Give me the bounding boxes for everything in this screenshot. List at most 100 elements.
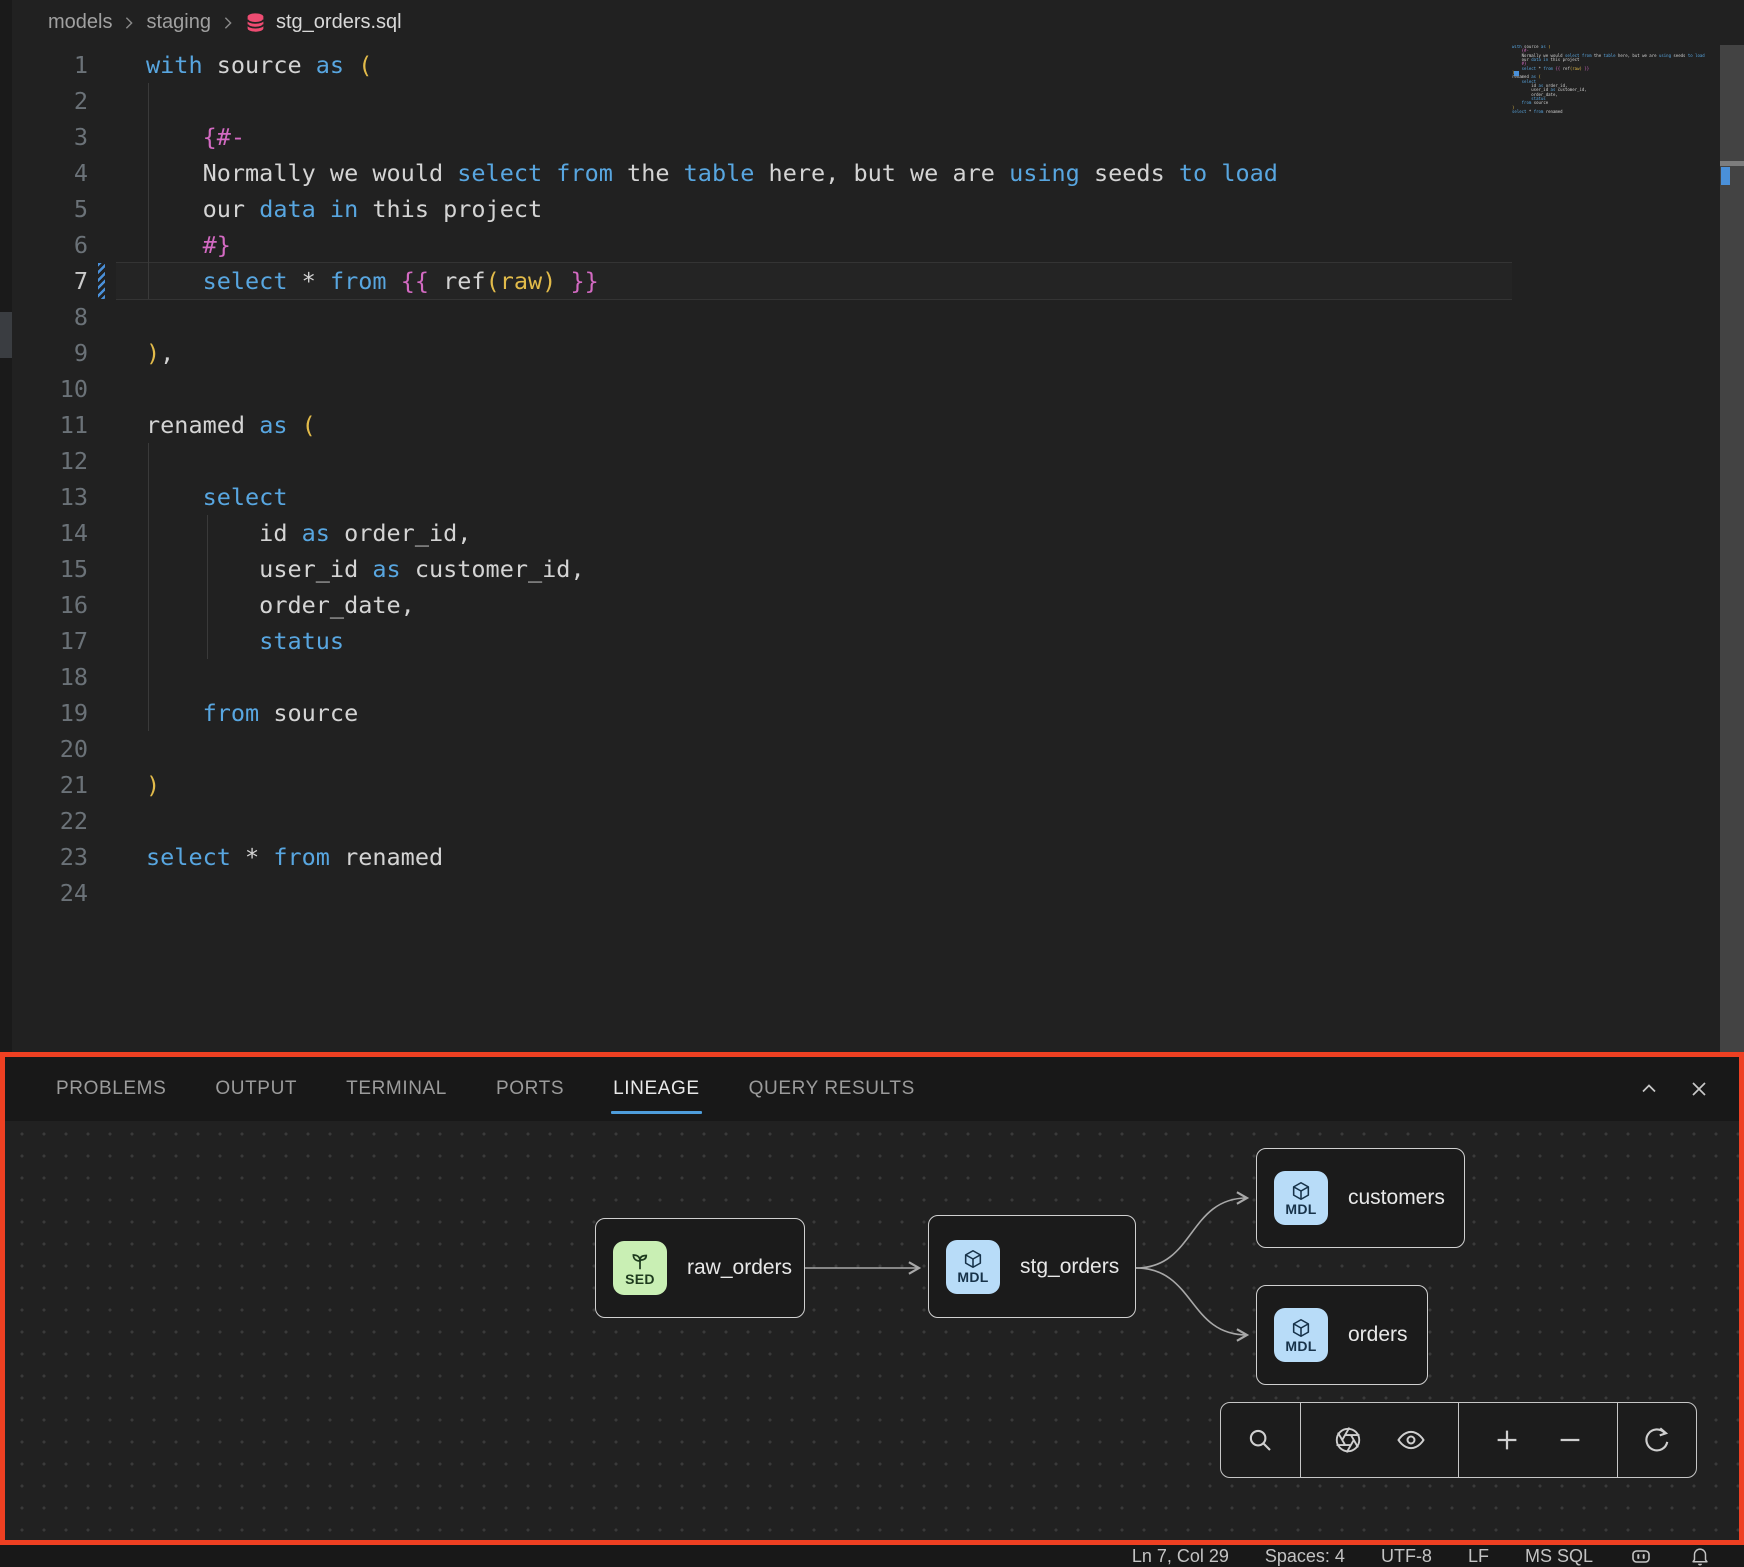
code-line: 8 xyxy=(12,299,1744,335)
gutter-space xyxy=(98,119,105,155)
zoom-in-icon[interactable] xyxy=(1492,1425,1522,1455)
lineage-node-customers[interactable]: MDL customers xyxy=(1256,1148,1465,1248)
breadcrumb-staging[interactable]: staging xyxy=(146,11,211,34)
status-spaces[interactable]: Spaces: 4 xyxy=(1265,1546,1345,1567)
breadcrumb-models[interactable]: models xyxy=(48,11,112,34)
badge-label: MDL xyxy=(1285,1338,1316,1354)
code-text: id as order_id, xyxy=(146,519,471,547)
lineage-node-orders[interactable]: MDLorders xyxy=(1256,1285,1428,1385)
gutter-space xyxy=(98,659,105,695)
lineage-canvas[interactable]: SEDraw_ordersMDLstg_ordersMDLcustomersMD… xyxy=(5,1121,1739,1540)
toolbar-section xyxy=(1617,1403,1696,1477)
tab-ports[interactable]: PORTS xyxy=(496,1057,564,1121)
code-text: renamed as ( xyxy=(146,411,316,439)
code-line: 22 xyxy=(12,803,1744,839)
status-ms[interactable]: MS SQL xyxy=(1525,1546,1593,1567)
code-line: 18 xyxy=(12,659,1744,695)
code-line: 11renamed as ( xyxy=(12,407,1744,443)
bell-icon[interactable] xyxy=(1689,1545,1711,1567)
modified-line-indicator xyxy=(98,263,105,299)
tab-output[interactable]: OUTPUT xyxy=(215,1057,297,1121)
vscode-window: models staging stg_orders.sql 1 with sour… xyxy=(0,0,1744,1567)
code-text: order_date, xyxy=(146,591,415,619)
model-icon: MDL xyxy=(1274,1308,1328,1362)
breadcrumb-file[interactable]: stg_orders.sql xyxy=(276,11,402,34)
code-text: ) xyxy=(146,771,160,799)
status-bar: Ln 7, Col 29 Spaces: 4 UTF-8 LF MS SQL xyxy=(0,1545,1744,1567)
lineage-toolbar xyxy=(1220,1402,1697,1478)
gutter-space xyxy=(98,299,105,335)
badge-label: MDL xyxy=(1285,1201,1316,1217)
code-line: 2 xyxy=(12,83,1744,119)
line-number: 16 xyxy=(12,591,88,619)
left-scrollbar[interactable] xyxy=(0,0,12,1052)
tab-query-results[interactable]: QUERY RESULTS xyxy=(749,1057,915,1121)
status-ln[interactable]: Ln 7, Col 29 xyxy=(1132,1546,1229,1567)
panel-tab-bar: PROBLEMS OUTPUT TERMINAL PORTS LINEAGE QUERY … xyxy=(5,1057,1739,1121)
gutter-space xyxy=(98,335,105,371)
line-number: 12 xyxy=(12,447,88,475)
line-number: 18 xyxy=(12,663,88,691)
line-number: 17 xyxy=(12,627,88,655)
gutter-space xyxy=(98,443,105,479)
code-text: ), xyxy=(146,339,174,367)
line-number: 15 xyxy=(12,555,88,583)
lineage-node-stg_orders[interactable]: MDLstg_orders xyxy=(928,1215,1136,1318)
line-number: 4 xyxy=(12,159,88,187)
code-line: 24 xyxy=(12,875,1744,911)
zoom-out-icon[interactable] xyxy=(1555,1425,1585,1455)
gutter-space xyxy=(98,155,105,191)
gutter-space xyxy=(98,47,105,83)
line-number: 8 xyxy=(12,303,88,331)
line-number: 9 xyxy=(12,339,88,367)
line-number: 19 xyxy=(12,699,88,727)
overview-ruler[interactable] xyxy=(1720,45,1744,1052)
node-label: customers xyxy=(1348,1186,1445,1210)
line-number: 5 xyxy=(12,195,88,223)
minimap-modified-mark xyxy=(1514,71,1519,76)
gutter-space xyxy=(98,695,105,731)
copilot-icon[interactable] xyxy=(1629,1544,1653,1567)
code-text: status xyxy=(146,627,344,655)
line-number: 21 xyxy=(12,771,88,799)
aperture-icon[interactable] xyxy=(1333,1425,1363,1455)
code-text: #} xyxy=(146,231,231,259)
tab-problems[interactable]: PROBLEMS xyxy=(56,1057,166,1121)
badge-label: MDL xyxy=(957,1269,988,1285)
gutter-space xyxy=(98,479,105,515)
code-line: 13 select xyxy=(12,479,1744,515)
minimap[interactable]: with source as ( {#- Normally we would s… xyxy=(1512,45,1712,175)
line-number: 1 xyxy=(12,51,88,79)
indent-guide xyxy=(148,443,149,731)
search-icon[interactable] xyxy=(1245,1425,1275,1455)
code-line: 9), xyxy=(12,335,1744,371)
badge-label: SED xyxy=(625,1271,655,1287)
refresh-icon[interactable] xyxy=(1642,1425,1672,1455)
tab-terminal[interactable]: TERMINAL xyxy=(346,1057,447,1121)
left-scrollbar-thumb[interactable] xyxy=(0,312,12,358)
status-lf[interactable]: LF xyxy=(1468,1546,1489,1567)
line-number: 22 xyxy=(12,807,88,835)
code-text: from source xyxy=(146,699,358,727)
node-label: raw_orders xyxy=(687,1256,792,1280)
editor-region[interactable]: models staging stg_orders.sql 1 with sour… xyxy=(12,0,1744,1052)
toolbar-section xyxy=(1458,1403,1617,1477)
eye-icon[interactable] xyxy=(1396,1425,1426,1455)
gutter-space xyxy=(98,551,105,587)
indent-guide xyxy=(148,83,149,299)
lineage-node-raw_orders[interactable]: SED raw_orders xyxy=(595,1218,805,1318)
code-text: user_id as customer_id, xyxy=(146,555,585,583)
code-text: Normally we would select from the table … xyxy=(146,159,1278,187)
close-icon[interactable] xyxy=(1687,1077,1711,1101)
gutter-space xyxy=(98,83,105,119)
chevron-right-icon xyxy=(122,16,136,30)
chevron-up-icon[interactable] xyxy=(1637,1077,1661,1101)
code-text: select xyxy=(146,483,287,511)
database-icon xyxy=(245,12,266,33)
line-number: 13 xyxy=(12,483,88,511)
tab-lineage[interactable]: LINEAGE xyxy=(613,1057,700,1121)
toolbar-section xyxy=(1221,1403,1300,1477)
gutter-space xyxy=(98,407,105,443)
line-number: 7 xyxy=(12,267,88,295)
status-utf-8[interactable]: UTF-8 xyxy=(1381,1546,1432,1567)
